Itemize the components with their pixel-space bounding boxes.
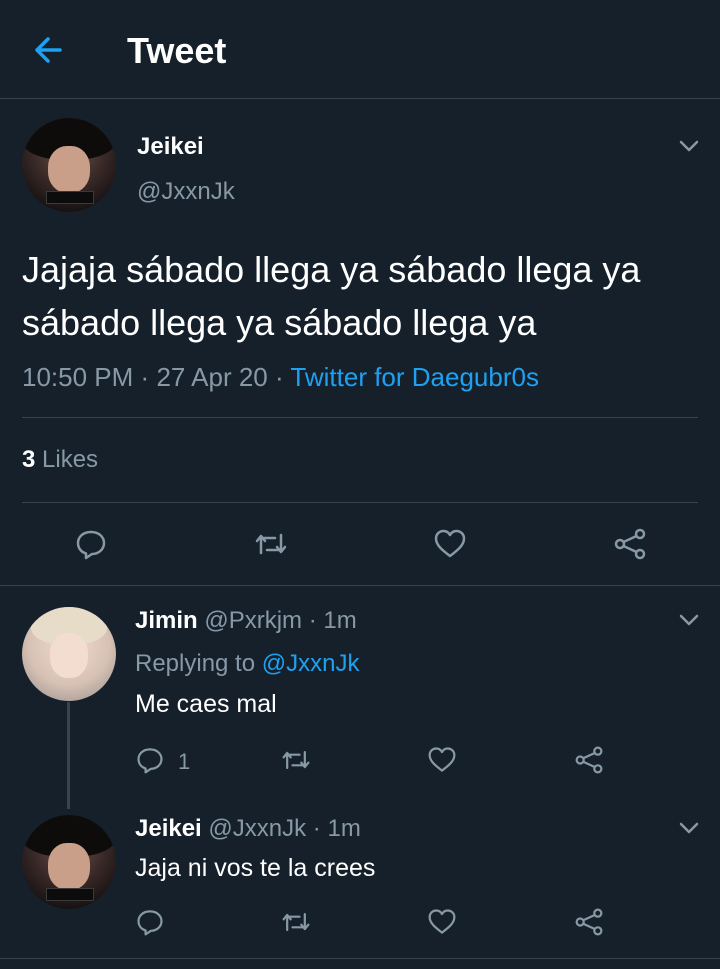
- meta-separator: ·: [308, 607, 317, 634]
- reply-header: Jeikei @JxxnJk · 1m: [135, 815, 361, 843]
- meta-separator: ·: [274, 362, 284, 392]
- likes-label: Likes: [42, 446, 99, 473]
- divider: [0, 958, 720, 959]
- heart-icon[interactable]: [427, 907, 457, 937]
- chevron-down-icon[interactable]: [679, 821, 699, 835]
- author-avatar[interactable]: [22, 118, 116, 212]
- reply-text: Jaja ni vos te la crees: [135, 854, 376, 882]
- reply-header: Jimin @Pxrkjm · 1m: [135, 607, 357, 635]
- reply-text: Me caes mal: [135, 690, 277, 718]
- tweet-meta: 10:50 PM · 27 Apr 20 · Twitter for Daegu…: [22, 362, 539, 393]
- reply-count: 1: [178, 749, 191, 774]
- retweet-icon[interactable]: [253, 527, 289, 561]
- divider: [22, 502, 698, 503]
- reply-author-name[interactable]: Jimin: [135, 607, 198, 634]
- heart-icon[interactable]: [433, 527, 467, 561]
- replying-label: Replying to: [135, 650, 256, 677]
- back-arrow-icon[interactable]: [30, 32, 66, 68]
- likes-stat[interactable]: 3 Likes: [22, 446, 98, 474]
- reply-avatar[interactable]: [22, 607, 116, 701]
- top-bar: Tweet: [0, 0, 720, 99]
- reply-author-handle[interactable]: @Pxrkjm: [204, 607, 302, 634]
- page-title: Tweet: [127, 30, 227, 71]
- thread-connector: [67, 702, 70, 809]
- divider: [0, 585, 720, 586]
- divider: [22, 417, 698, 418]
- share-icon[interactable]: [574, 745, 604, 775]
- retweet-icon[interactable]: [280, 907, 312, 937]
- retweet-icon[interactable]: [280, 745, 312, 775]
- chevron-down-icon[interactable]: [679, 139, 699, 153]
- tweet-date: 27 Apr 20: [156, 362, 268, 392]
- reply-icon[interactable]: [74, 527, 108, 561]
- meta-separator: ·: [140, 362, 150, 392]
- share-icon[interactable]: [613, 527, 647, 561]
- reply-icon[interactable]: [135, 907, 165, 937]
- chevron-down-icon[interactable]: [679, 613, 699, 627]
- replying-to: Replying to @JxxnJk: [135, 650, 359, 678]
- replying-to-handle[interactable]: @JxxnJk: [262, 650, 360, 677]
- tweet-text: Jajaja sábado llega ya sábado llega ya s…: [22, 249, 641, 343]
- tweet-source-link[interactable]: Twitter for Daegubr0s: [290, 362, 539, 392]
- share-icon[interactable]: [574, 907, 604, 937]
- reply-time: 1m: [327, 815, 361, 842]
- reply-avatar[interactable]: [22, 815, 116, 909]
- meta-separator: ·: [312, 815, 321, 842]
- likes-count: 3: [22, 446, 36, 473]
- author-handle[interactable]: @JxxnJk: [137, 178, 235, 206]
- heart-icon[interactable]: [427, 745, 457, 775]
- reply-time: 1m: [323, 607, 357, 634]
- reply-author-name[interactable]: Jeikei: [135, 815, 202, 842]
- reply-author-handle[interactable]: @JxxnJk: [208, 815, 306, 842]
- tweet-time: 10:50 PM: [22, 362, 134, 392]
- reply-icon[interactable]: [135, 745, 165, 775]
- author-name[interactable]: Jeikei: [137, 133, 204, 161]
